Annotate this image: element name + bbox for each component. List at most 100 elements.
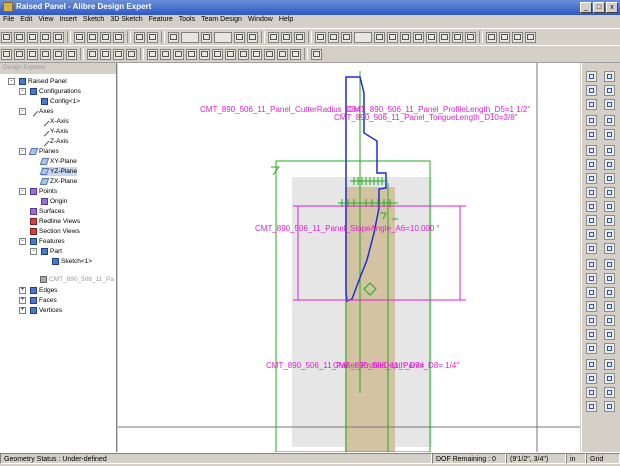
menu-feature[interactable]: Feature — [146, 15, 176, 28]
properties-icon[interactable] — [328, 31, 339, 43]
dimension-overlap[interactable]: CMT_890_506_11_Panel_D8= 1/4" — [333, 361, 459, 370]
delete-icon[interactable] — [113, 31, 124, 43]
undo-icon[interactable] — [134, 31, 145, 43]
tree-node-edges[interactable]: + Edges — [19, 286, 57, 295]
move-icon[interactable] — [264, 48, 275, 60]
close-button[interactable]: x — [606, 2, 618, 13]
tree-node-redline-views[interactable]: Redline Views — [30, 217, 80, 226]
pattern-icon[interactable] — [586, 373, 597, 384]
rectangle-tool-icon[interactable] — [586, 187, 597, 198]
constraint-tool-icon[interactable] — [586, 387, 597, 398]
display-icon[interactable] — [268, 31, 279, 43]
equal-icon[interactable] — [604, 229, 615, 240]
save-icon[interactable] — [27, 31, 38, 43]
menu-edit[interactable]: Edit — [17, 15, 35, 28]
tree-node-y-axis[interactable]: Y-Axis — [39, 126, 68, 137]
sketch-mode-icon[interactable] — [586, 71, 597, 82]
paste-icon[interactable] — [100, 31, 111, 43]
menu-insert[interactable]: Insert — [56, 15, 80, 28]
collapse-toggle[interactable]: - — [30, 248, 37, 255]
tree-node-vertices[interactable]: + Vertices — [19, 306, 62, 315]
zoom-window-icon[interactable] — [186, 48, 197, 60]
tree-node-zx-plane[interactable]: ZX-Plane — [39, 177, 77, 186]
help-icon[interactable] — [525, 31, 536, 43]
center-line-icon[interactable] — [586, 129, 597, 140]
three-point-arc-icon[interactable] — [604, 129, 615, 140]
concentric-icon[interactable] — [604, 259, 615, 270]
tangent-arc-icon[interactable] — [604, 115, 615, 126]
tree-node-faces[interactable]: + Faces — [19, 296, 57, 305]
offset-icon[interactable] — [586, 273, 597, 284]
render-dropdown[interactable] — [214, 31, 232, 43]
zoom-all-icon[interactable] — [199, 48, 210, 60]
collapse-toggle[interactable]: - — [19, 148, 26, 155]
view-left-icon[interactable] — [426, 31, 437, 43]
fix-icon[interactable] — [604, 243, 615, 254]
redline-icon[interactable] — [66, 48, 77, 60]
equations-icon[interactable] — [512, 31, 523, 43]
tree-node-points[interactable]: - Points — [19, 187, 57, 196]
cut-icon[interactable] — [74, 31, 85, 43]
dimension-icon[interactable] — [486, 31, 497, 43]
zoom-previous-icon[interactable] — [212, 48, 223, 60]
menu-file[interactable]: File — [0, 15, 17, 28]
midpoint-icon[interactable] — [604, 287, 615, 298]
render-icon[interactable] — [311, 48, 322, 60]
collapse-toggle[interactable]: - — [19, 108, 26, 115]
copy-icon[interactable] — [87, 31, 98, 43]
polygon-icon[interactable] — [586, 201, 597, 212]
show-constraints-icon[interactable] — [604, 373, 615, 384]
menu-view[interactable]: View — [35, 15, 56, 28]
dimension-tool-icon[interactable] — [586, 401, 597, 412]
spline-icon[interactable] — [586, 215, 597, 226]
bom-icon[interactable] — [294, 31, 305, 43]
select-icon[interactable] — [87, 48, 98, 60]
tree-node-features[interactable]: - Features — [19, 237, 65, 246]
lasso-icon[interactable] — [126, 48, 137, 60]
dimension-slope-angle[interactable]: CMT_890_506_11_Panel_SlopeAngle_A6=10.00… — [255, 224, 440, 233]
maximize-button[interactable]: □ — [593, 2, 605, 13]
radius-icon[interactable] — [604, 343, 615, 354]
intersect-icon[interactable] — [604, 315, 615, 326]
minimize-button[interactable]: _ — [580, 2, 592, 13]
tree-node-cmt-feature[interactable]: CMT_890_506_11_Pa — [40, 275, 114, 284]
polyline-icon[interactable] — [604, 85, 615, 96]
tree-node-yz-plane[interactable]: YZ-Plane — [39, 167, 78, 176]
filter-icon[interactable] — [100, 48, 111, 60]
tree-node-x-axis[interactable]: X-Axis — [39, 116, 69, 127]
visibility-icon[interactable] — [290, 48, 301, 60]
move-icon[interactable] — [586, 99, 597, 110]
collapse-toggle[interactable]: - — [19, 88, 26, 95]
open-icon[interactable] — [14, 31, 25, 43]
expand-toggle[interactable]: + — [19, 287, 26, 294]
tree-node-surfaces[interactable]: Surfaces — [30, 207, 65, 216]
view-iso-icon[interactable] — [452, 31, 463, 43]
view-forward-arrow-icon[interactable] — [238, 48, 249, 60]
menu-window[interactable]: Window — [245, 15, 276, 28]
tree-node-section-views[interactable]: Section Views — [30, 227, 80, 236]
vertical-icon[interactable] — [604, 187, 615, 198]
wireframe-icon[interactable] — [234, 31, 245, 43]
view-normal-icon[interactable] — [465, 31, 476, 43]
collapse-toggle[interactable]: - — [8, 78, 15, 85]
view-dropdown[interactable] — [181, 31, 199, 43]
tree-node-sketch-1[interactable]: Sketch<1> — [52, 257, 92, 266]
sketch-canvas[interactable]: CMT_890_506_11_Panel_CutterRadius_D6=1 C… — [118, 63, 580, 452]
expand-toggle[interactable]: + — [19, 297, 26, 304]
hide-constraints-icon[interactable] — [604, 387, 615, 398]
select-tool-icon[interactable] — [586, 115, 597, 126]
grid-indicator[interactable]: Grid — [586, 453, 620, 464]
tree-node-config-1[interactable]: Config<1> — [41, 97, 80, 106]
diameter-icon[interactable] — [604, 359, 615, 370]
arc-icon[interactable] — [586, 173, 597, 184]
tree-node-part[interactable]: - Part — [30, 247, 62, 256]
new-icon[interactable] — [1, 31, 12, 43]
trim-icon[interactable] — [586, 287, 597, 298]
collinear-icon[interactable] — [604, 301, 615, 312]
reference-icon[interactable] — [586, 359, 597, 370]
measure-icon[interactable] — [315, 31, 326, 43]
menu-sketch[interactable]: Sketch — [80, 15, 107, 28]
chamfer-icon[interactable] — [586, 329, 597, 340]
view-front-icon[interactable] — [374, 31, 385, 43]
pan-icon[interactable] — [160, 48, 171, 60]
